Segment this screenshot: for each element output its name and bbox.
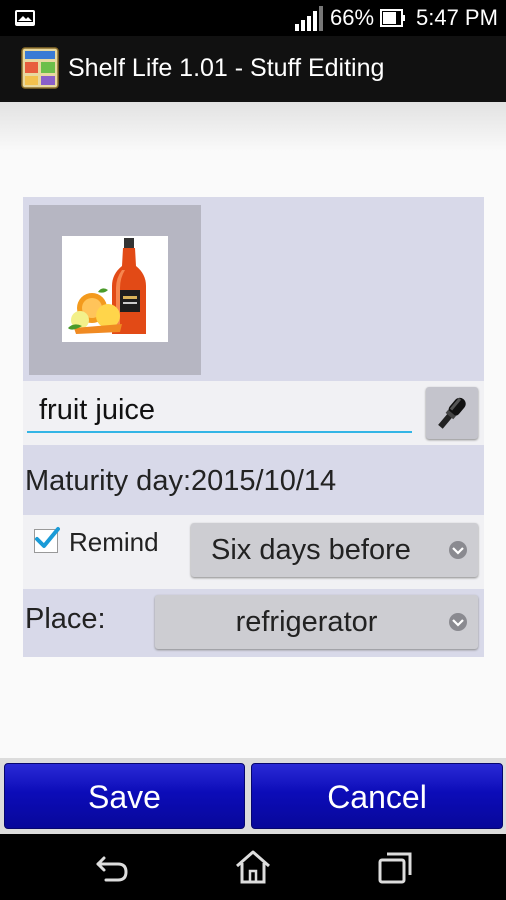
maturity-day-row: Maturity day:2015/10/14 <box>23 447 484 511</box>
status-bar: 66% 5:47 PM <box>0 0 506 36</box>
action-bar: Save Cancel <box>0 758 506 834</box>
place-spinner-value: refrigerator <box>235 606 378 638</box>
chevron-down-icon <box>449 541 467 559</box>
app-bar: Shelf Life 1.01 - Stuff Editing <box>0 36 506 102</box>
remind-label: Remind <box>69 527 159 557</box>
recents-icon[interactable] <box>376 848 416 886</box>
fruit-juice-photo <box>62 236 168 342</box>
voice-input-button[interactable] <box>426 387 478 439</box>
battery-percent: 66% <box>330 5 375 30</box>
stuff-name-input[interactable] <box>27 389 412 433</box>
maturity-day-text[interactable]: Maturity day:2015/10/14 <box>25 465 336 498</box>
battery-icon <box>380 9 405 27</box>
shelf-life-app-icon <box>21 47 59 89</box>
clock: 5:47 PM <box>416 5 498 30</box>
cancel-button[interactable]: Cancel <box>251 763 503 829</box>
remind-spinner[interactable]: Six days before <box>191 523 478 577</box>
remind-checkbox[interactable] <box>34 527 60 553</box>
remind-row: Remind Six days before <box>23 515 484 589</box>
stuff-edit-panel: Maturity day:2015/10/14 Remind Six days … <box>23 197 484 657</box>
remind-spinner-value: Six days before <box>211 534 411 566</box>
checkmark-icon <box>35 527 60 548</box>
back-icon[interactable] <box>92 848 132 886</box>
home-icon[interactable] <box>233 848 273 886</box>
signal-icon <box>295 6 323 31</box>
photo-button[interactable] <box>29 205 201 375</box>
microphone-icon <box>438 397 466 429</box>
chevron-down-icon <box>449 613 467 631</box>
editing-form-area: Maturity day:2015/10/14 Remind Six days … <box>0 102 506 758</box>
system-nav-bar <box>0 834 506 900</box>
save-button[interactable]: Save <box>4 763 245 829</box>
place-label: Place: <box>25 603 106 635</box>
app-title: Shelf Life 1.01 - Stuff Editing <box>68 54 385 82</box>
place-row: Place: refrigerator <box>23 589 484 657</box>
name-row <box>23 381 484 445</box>
notification-icon <box>15 10 35 26</box>
place-spinner[interactable]: refrigerator <box>155 595 478 649</box>
